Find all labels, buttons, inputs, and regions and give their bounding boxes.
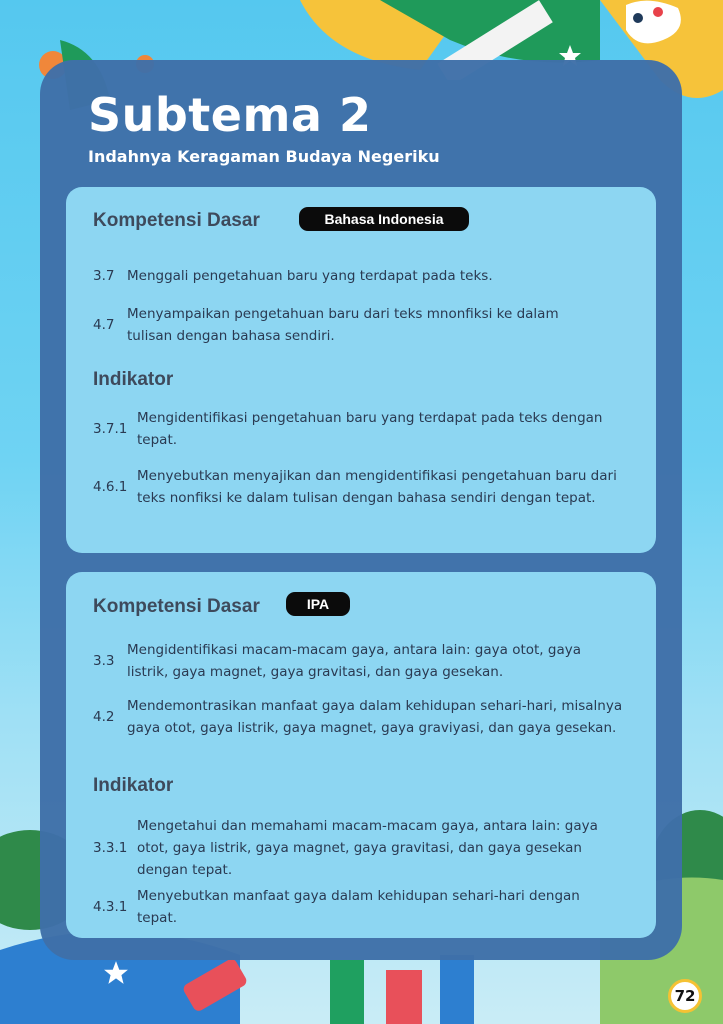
item-number: 4.2 — [93, 709, 115, 725]
item-text: Mengidentifikasi macam-macam gaya, antar… — [127, 642, 581, 680]
subject-badge: Bahasa Indonesia — [299, 207, 469, 231]
kd-heading: Kompetensi Dasar — [93, 210, 260, 231]
item-text: Mengidentifikasi pengetahuan baru yang t… — [137, 410, 603, 448]
indicator-heading: Indikator — [93, 369, 174, 390]
page-title: Subtema 2 — [88, 88, 372, 142]
star-icon — [104, 961, 128, 984]
list-item: 4.2 Mendemontrasikan manfaat gaya dalam … — [93, 695, 623, 739]
list-item: 4.6.1 Menyebutkan menyajikan dan mengide… — [93, 465, 623, 509]
item-number: 3.7.1 — [93, 421, 128, 437]
list-item: 3.7 Menggali pengetahuan baru yang terda… — [93, 265, 623, 287]
subject-badge: IPA — [286, 592, 350, 616]
item-number: 4.6.1 — [93, 479, 128, 495]
item-text: Mengetahui dan memahami macam-macam gaya… — [137, 818, 598, 878]
item-text: Menyampaikan pengetahuan baru dari teks … — [127, 306, 559, 344]
list-item: 4.3.1 Menyebutkan manfaat gaya dalam keh… — [93, 885, 603, 929]
item-number: 3.7 — [93, 268, 115, 284]
kd-heading: Kompetensi Dasar — [93, 596, 260, 617]
indicator-heading: Indikator — [93, 775, 174, 796]
page-subtitle: Indahnya Keragaman Budaya Negeriku — [88, 147, 440, 166]
list-item: 4.7 Menyampaikan pengetahuan baru dari t… — [93, 303, 593, 347]
competency-card-bahasa-indonesia: Kompetensi Dasar Bahasa Indonesia 3.7 Me… — [66, 187, 656, 553]
list-item: 3.3 Mengidentifikasi macam-macam gaya, a… — [93, 639, 623, 683]
competency-card-ipa: Kompetensi Dasar IPA 3.3 Mengidentifikas… — [66, 572, 656, 938]
item-text: Mendemontrasikan manfaat gaya dalam kehi… — [127, 698, 623, 736]
list-item: 3.7.1 Mengidentifikasi pengetahuan baru … — [93, 407, 603, 451]
page-number: 72 — [668, 979, 702, 1013]
item-number: 4.7 — [93, 317, 115, 333]
palette-icon — [626, 0, 681, 44]
item-number: 3.3 — [93, 653, 115, 669]
item-text: Menyebutkan manfaat gaya dalam kehidupan… — [137, 888, 580, 926]
item-number: 3.3.1 — [93, 840, 128, 856]
list-item: 3.3.1 Mengetahui dan memahami macam-maca… — [93, 815, 623, 881]
item-text: Menggali pengetahuan baru yang terdapat … — [127, 268, 493, 284]
item-text: Menyebutkan menyajikan dan mengidentifik… — [137, 468, 617, 506]
item-number: 4.3.1 — [93, 899, 128, 915]
